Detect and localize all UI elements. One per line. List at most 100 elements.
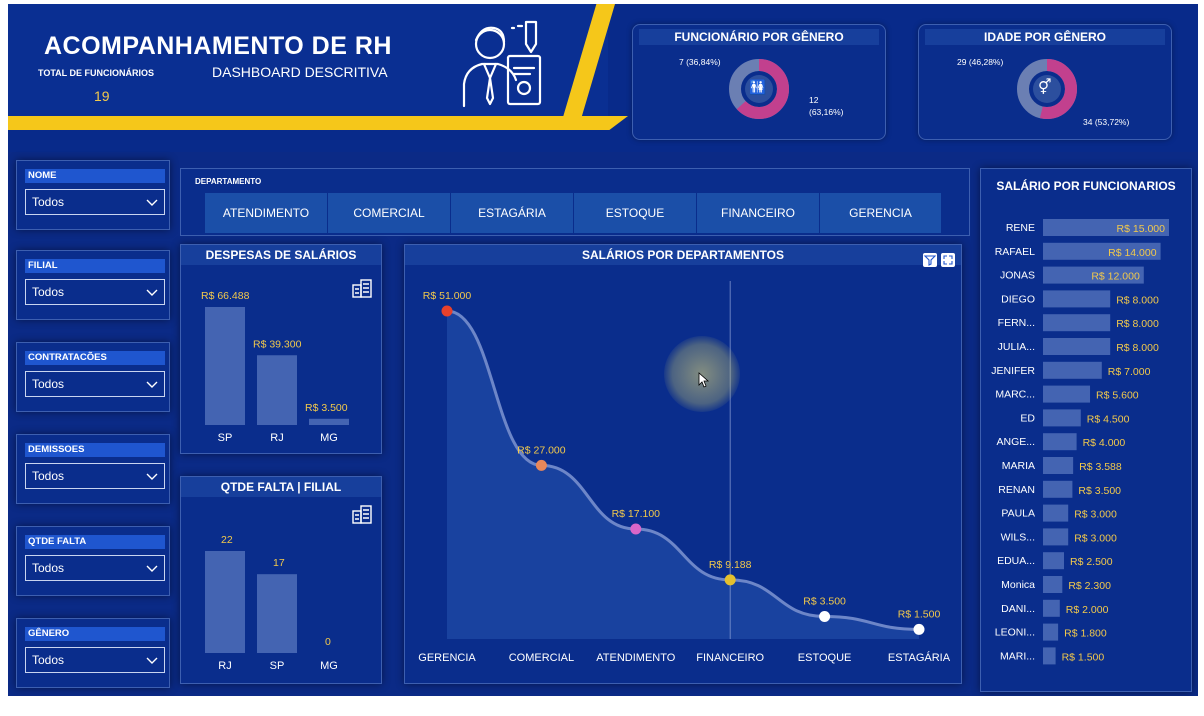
slicer-filial: FILIAL Todos: [16, 250, 170, 320]
hr-employee-icon: [462, 20, 542, 108]
bar-RJ: [257, 355, 297, 425]
employee-salary-value: R$ 2.300: [1068, 580, 1111, 592]
employee-salary-value: R$ 5.600: [1096, 390, 1139, 402]
bar-value-label: R$ 3.500: [305, 402, 348, 414]
employee-name-label: RENE: [1006, 222, 1035, 234]
slicer-nome-dropdown[interactable]: Todos: [25, 189, 165, 215]
employee-salary-value: R$ 2.500: [1070, 556, 1113, 568]
bar-SP: [257, 574, 297, 653]
age-slice-b-label: 34 (53,72%): [1083, 117, 1130, 127]
employee-salary-value: R$ 14.000: [1108, 247, 1157, 259]
chevron-down-icon: [146, 473, 158, 480]
mouse-cursor-icon: [698, 372, 710, 388]
employee-salary-value: R$ 7.000: [1108, 366, 1151, 378]
dashboard-canvas: ACOMPANHAMENTO DE RH TOTAL DE FUNCIONÁRI…: [8, 4, 1198, 696]
employee-name-label: DIEGO: [1001, 293, 1035, 305]
slicer-qtde-falta-value: Todos: [32, 561, 65, 575]
salary-expenses-chart: R$ 66.488 SP R$ 39.300 RJ R$ 3.500 MG: [201, 290, 349, 444]
employee-salary-value: R$ 8.000: [1116, 318, 1159, 330]
employee-name-label: ED: [1020, 412, 1035, 424]
employee-salary-value: R$ 1.500: [1062, 651, 1105, 663]
header-accent-stripe: [8, 116, 628, 130]
employee-name-label: JONAS: [1000, 270, 1035, 282]
employee-salary-bar: [1043, 361, 1102, 379]
employee-name-label: FERN...: [998, 317, 1035, 329]
x-category-label: FINANCEIRO: [696, 652, 764, 664]
dept-button-atendimento[interactable]: ATENDIMENTO: [205, 193, 328, 233]
dept-button-estoque[interactable]: ESTOQUE: [574, 193, 697, 233]
slicer-filial-value: Todos: [32, 285, 65, 299]
slicer-demissoes-dropdown[interactable]: Todos: [25, 463, 165, 489]
x-category-label: ESTOQUE: [798, 652, 852, 664]
data-point-FINANCEIRO: [724, 574, 736, 586]
data-point-ATENDIMENTO: [630, 523, 642, 535]
slicer-nome: NOME Todos: [16, 160, 170, 230]
bar-category-label: SP: [218, 432, 233, 444]
employee-salary-value: R$ 3.500: [1078, 485, 1121, 497]
employee-salary-panel: SALÁRIO POR FUNCIONARIOS RENE R$ 15.000 RA…: [980, 168, 1192, 692]
employee-salary-bar: [1043, 290, 1111, 308]
slicer-filial-dropdown[interactable]: Todos: [25, 279, 165, 305]
slicer-genero-value: Todos: [32, 653, 65, 667]
point-value-label: R$ 27.000: [517, 444, 566, 456]
slicer-contratacoes-dropdown[interactable]: Todos: [25, 371, 165, 397]
slicer-qtde-falta-label: QTDE FALTA: [25, 535, 165, 549]
dept-button-financeiro[interactable]: FINANCEIRO: [697, 193, 820, 233]
slicer-genero-label: GÊNERO: [25, 627, 165, 641]
slicer-genero: GÊNERO Todos: [16, 618, 170, 688]
bar-value-label: R$ 39.300: [253, 338, 302, 350]
employee-name-label: JULIA...: [998, 341, 1035, 353]
bar-category-label: RJ: [270, 432, 283, 444]
x-category-label: GERENCIA: [418, 652, 476, 664]
bar-value-label: 22: [221, 534, 233, 546]
employee-salary-bar: [1043, 504, 1069, 522]
employee-salary-value: R$ 8.000: [1116, 294, 1159, 306]
point-value-label: R$ 1.500: [898, 608, 941, 620]
total-employees-value: 19: [94, 88, 110, 104]
dept-button-estagiaria[interactable]: ESTAGÁRIA: [451, 193, 574, 233]
employee-name-label: JENIFER: [991, 365, 1035, 377]
employee-salary-value: R$ 2.000: [1066, 604, 1109, 616]
data-point-COMERCIAL: [535, 459, 547, 471]
chevron-down-icon: [146, 565, 158, 572]
chevron-down-icon: [146, 657, 158, 664]
employee-salary-bar: [1043, 576, 1063, 593]
dept-button-comercial[interactable]: COMERCIAL: [328, 193, 451, 233]
slicer-qtde-falta: QTDE FALTA Todos: [16, 526, 170, 596]
department-filter-label: DEPARTAMENTO: [195, 177, 262, 186]
employee-salary-chart: RENE R$ 15.000 RAFAEL R$ 14.000 JONAS R$ 12.0…: [991, 219, 1169, 665]
slicer-demissoes: DEMISSOES Todos: [16, 434, 170, 504]
employee-salary-bar: [1043, 552, 1064, 570]
employee-name-label: EDUA...: [997, 555, 1035, 567]
bar-category-label: MG: [320, 660, 338, 672]
absences-chart: 22 RJ 17 SP 0 MG: [205, 534, 338, 672]
age-slice-a-label: 29 (46,28%): [957, 57, 1004, 67]
employee-name-label: MARI...: [1000, 650, 1035, 662]
gender-icon: 🚻: [749, 79, 767, 95]
employee-salary-bar: [1043, 647, 1056, 665]
page-title: ACOMPANHAMENTO DE RH: [44, 32, 392, 60]
department-filter: DEPARTAMENTO ATENDIMENTO COMERCIAL ESTAG…: [180, 168, 970, 236]
filter-icon[interactable]: [923, 253, 937, 267]
x-category-label: ESTAGÁRIA: [888, 651, 951, 664]
slicer-qtde-falta-dropdown[interactable]: Todos: [25, 555, 165, 581]
point-value-label: R$ 9.188: [709, 559, 752, 571]
slicer-nome-value: Todos: [32, 195, 65, 209]
bar-value-label: 0: [325, 636, 331, 648]
dept-salary-panel: SALÁRIOS POR DEPARTAMENTOS R$ 51.000 GERE…: [404, 244, 962, 684]
slicer-demissoes-label: DEMISSOES: [25, 443, 165, 457]
gender-symbol-icon: ⚥: [1038, 79, 1052, 96]
slicer-genero-dropdown[interactable]: Todos: [25, 647, 165, 673]
dept-button-gerencia[interactable]: GERENCIA: [820, 193, 942, 233]
slicer-demissoes-value: Todos: [32, 469, 65, 483]
employee-salary-bar: [1043, 623, 1059, 641]
employee-salary-bar: [1043, 599, 1060, 617]
employee-salary-value: R$ 15.000: [1117, 223, 1166, 235]
employee-name-label: RAFAEL: [995, 246, 1035, 258]
focus-mode-icon[interactable]: [941, 253, 955, 267]
employee-salary-bar: [1043, 314, 1111, 332]
gender-slice-b-label-pct: (63,16%): [809, 107, 844, 117]
employee-salary-bar: [1043, 433, 1077, 451]
data-point-ESTAGÁRIA: [913, 623, 925, 635]
absences-title: QTDE FALTA | FILIAL: [181, 477, 381, 497]
